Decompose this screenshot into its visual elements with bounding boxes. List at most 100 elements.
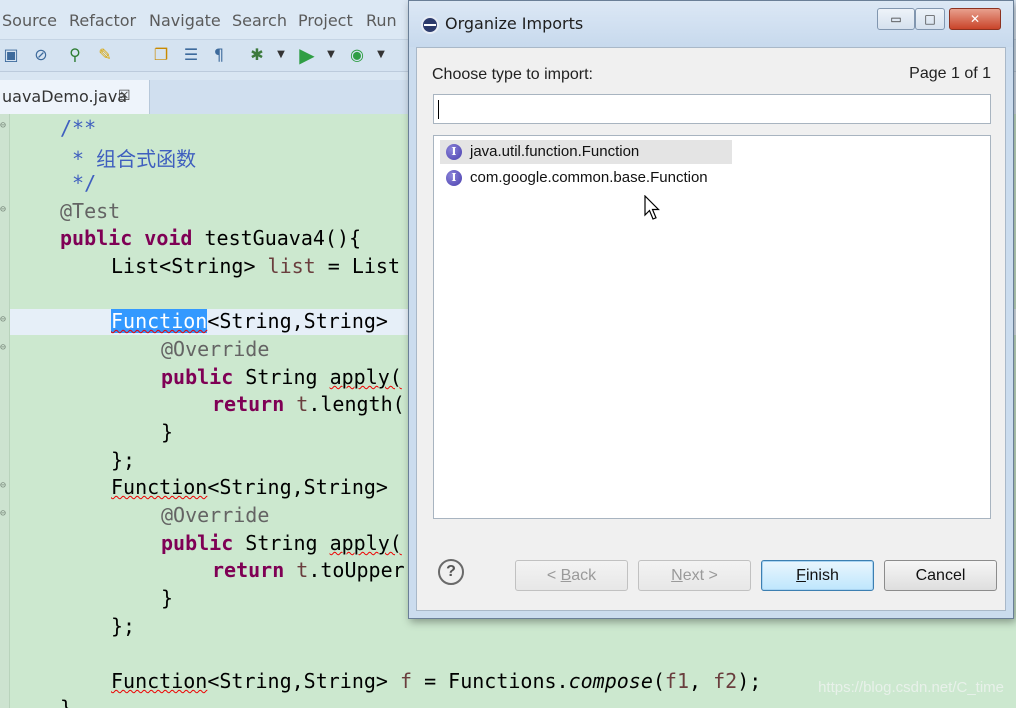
finish-button[interactable]: Finish: [761, 560, 874, 591]
selected-text[interactable]: Function: [111, 309, 208, 333]
finish-label: inish: [805, 567, 839, 584]
code-text: .length(: [308, 392, 405, 416]
code-line: };: [111, 448, 135, 475]
fold-marker-icon[interactable]: ⊖: [0, 314, 9, 325]
cancel-button[interactable]: Cancel: [884, 560, 997, 591]
close-button[interactable]: ✕: [949, 8, 1001, 30]
menu-search[interactable]: Search: [232, 11, 287, 30]
code-text: };: [111, 448, 136, 472]
code-method: compose: [568, 669, 653, 693]
code-text: = List: [315, 254, 401, 278]
back-arrow: <: [546, 567, 561, 584]
code-keyword: return: [212, 558, 285, 582]
dialog-title-bar[interactable]: Organize Imports ▭ □ ✕: [409, 1, 1013, 47]
minimize-button[interactable]: ▭: [877, 8, 915, 30]
fold-marker-icon[interactable]: ⊖: [0, 204, 9, 215]
code-type: Function: [111, 475, 208, 499]
code-text: = Functions.: [412, 669, 569, 693]
code-method: apply(: [329, 531, 402, 555]
code-line: return t.length(: [212, 392, 405, 419]
code-variable: f2: [713, 669, 738, 693]
code-line: };: [111, 614, 135, 641]
code-line: Function<String,String>: [111, 309, 400, 336]
code-text: );: [737, 669, 762, 693]
code-text: (: [652, 669, 665, 693]
editor-tab[interactable]: uavaDemo.java ☒: [0, 80, 150, 114]
prompt-label: Choose type to import:: [432, 66, 593, 83]
type-list[interactable]: I java.util.function.Function I com.goog…: [433, 135, 991, 519]
build-icon[interactable]: ⚲: [64, 44, 86, 66]
menu-refactor[interactable]: Refactor: [69, 11, 136, 30]
maximize-button[interactable]: □: [915, 8, 945, 30]
editor-gutter: ⊖ ⊖ ⊖ ⊖ ⊖ ⊖: [0, 114, 10, 708]
fold-marker-icon[interactable]: ⊖: [0, 120, 9, 131]
code-keyword: public: [161, 365, 234, 389]
code-line: @Override: [161, 337, 269, 364]
list-icon[interactable]: ☰: [180, 44, 202, 66]
type-name: com.google.common.base.Function: [470, 169, 708, 186]
fold-marker-icon[interactable]: ⊖: [0, 480, 9, 491]
run-icon[interactable]: ▶: [296, 44, 318, 66]
interface-icon: I: [446, 170, 462, 186]
dialog-title: Organize Imports: [445, 14, 584, 33]
menu-navigate[interactable]: Navigate: [149, 11, 221, 30]
close-tab-icon[interactable]: ☒: [118, 88, 131, 104]
next-mnemonic: N: [671, 567, 683, 584]
code-text: };: [111, 614, 136, 638]
type-name: java.util.function.Function: [470, 143, 640, 160]
dropdown-arrow-icon[interactable]: ▼: [320, 44, 342, 66]
debug-icon[interactable]: ✱: [246, 44, 268, 66]
code-comment: * 组合式函数: [60, 147, 197, 171]
code-line: /**: [60, 116, 96, 143]
copy-icon[interactable]: ❐: [150, 44, 172, 66]
code-annotation: @Override: [161, 337, 270, 361]
coverage-icon[interactable]: ◉: [346, 44, 368, 66]
code-keyword: return: [212, 392, 285, 416]
menu-source[interactable]: Source: [2, 11, 57, 30]
fold-marker-icon[interactable]: ⊖: [0, 508, 9, 519]
code-text: .toUpper: [308, 558, 405, 582]
code-text: <String,String>: [207, 475, 400, 499]
code-text: }: [161, 420, 174, 444]
list-item[interactable]: I com.google.common.base.Function: [440, 166, 708, 190]
interface-icon: I: [446, 144, 462, 160]
breakpoint-icon[interactable]: ⊘: [30, 44, 52, 66]
code-keyword: public: [161, 531, 234, 555]
code-comment: /**: [60, 116, 97, 140]
code-line: public void testGuava4(){: [60, 226, 361, 253]
next-button[interactable]: Next >: [638, 560, 751, 591]
fold-marker-icon[interactable]: ⊖: [0, 342, 9, 353]
finish-mnemonic: F: [796, 567, 806, 584]
code-keyword: public void: [60, 226, 193, 250]
code-line: */: [60, 171, 96, 198]
code-line: Function<String,String>: [111, 475, 400, 502]
page-info: Page 1 of 1: [909, 65, 991, 82]
code-annotation: @Override: [161, 503, 270, 527]
type-filter-input[interactable]: [433, 94, 991, 124]
back-button[interactable]: < Back: [515, 560, 628, 591]
code-text: String: [233, 531, 330, 555]
menu-run[interactable]: Run: [366, 11, 397, 30]
pilcrow-icon[interactable]: ¶: [208, 44, 230, 66]
save-icon[interactable]: ▣: [0, 44, 22, 66]
help-icon[interactable]: ?: [438, 559, 464, 585]
eclipse-logo-icon: [421, 16, 439, 34]
code-type: Function: [111, 669, 208, 693]
list-item[interactable]: I java.util.function.Function: [440, 140, 732, 164]
code-text: ,: [689, 669, 714, 693]
code-text: }: [161, 586, 174, 610]
code-variable: list: [267, 254, 316, 278]
editor-tab-label: uavaDemo.java: [2, 87, 128, 106]
code-line: return t.toUpper: [212, 558, 405, 585]
brush-icon[interactable]: ✎: [94, 44, 116, 66]
menu-project[interactable]: Project: [298, 11, 353, 30]
dropdown-arrow-icon[interactable]: ▼: [370, 44, 392, 66]
code-variable: f1: [664, 669, 690, 693]
next-label: ext >: [682, 567, 718, 584]
code-variable: t: [296, 558, 309, 582]
dropdown-arrow-icon[interactable]: ▼: [270, 44, 292, 66]
organize-imports-dialog: Organize Imports ▭ □ ✕ Choose type to im…: [408, 0, 1014, 619]
code-text: List<String>: [111, 254, 256, 278]
watermark: https://blog.csdn.net/C_time: [818, 679, 1004, 696]
code-line: }: [161, 586, 173, 613]
